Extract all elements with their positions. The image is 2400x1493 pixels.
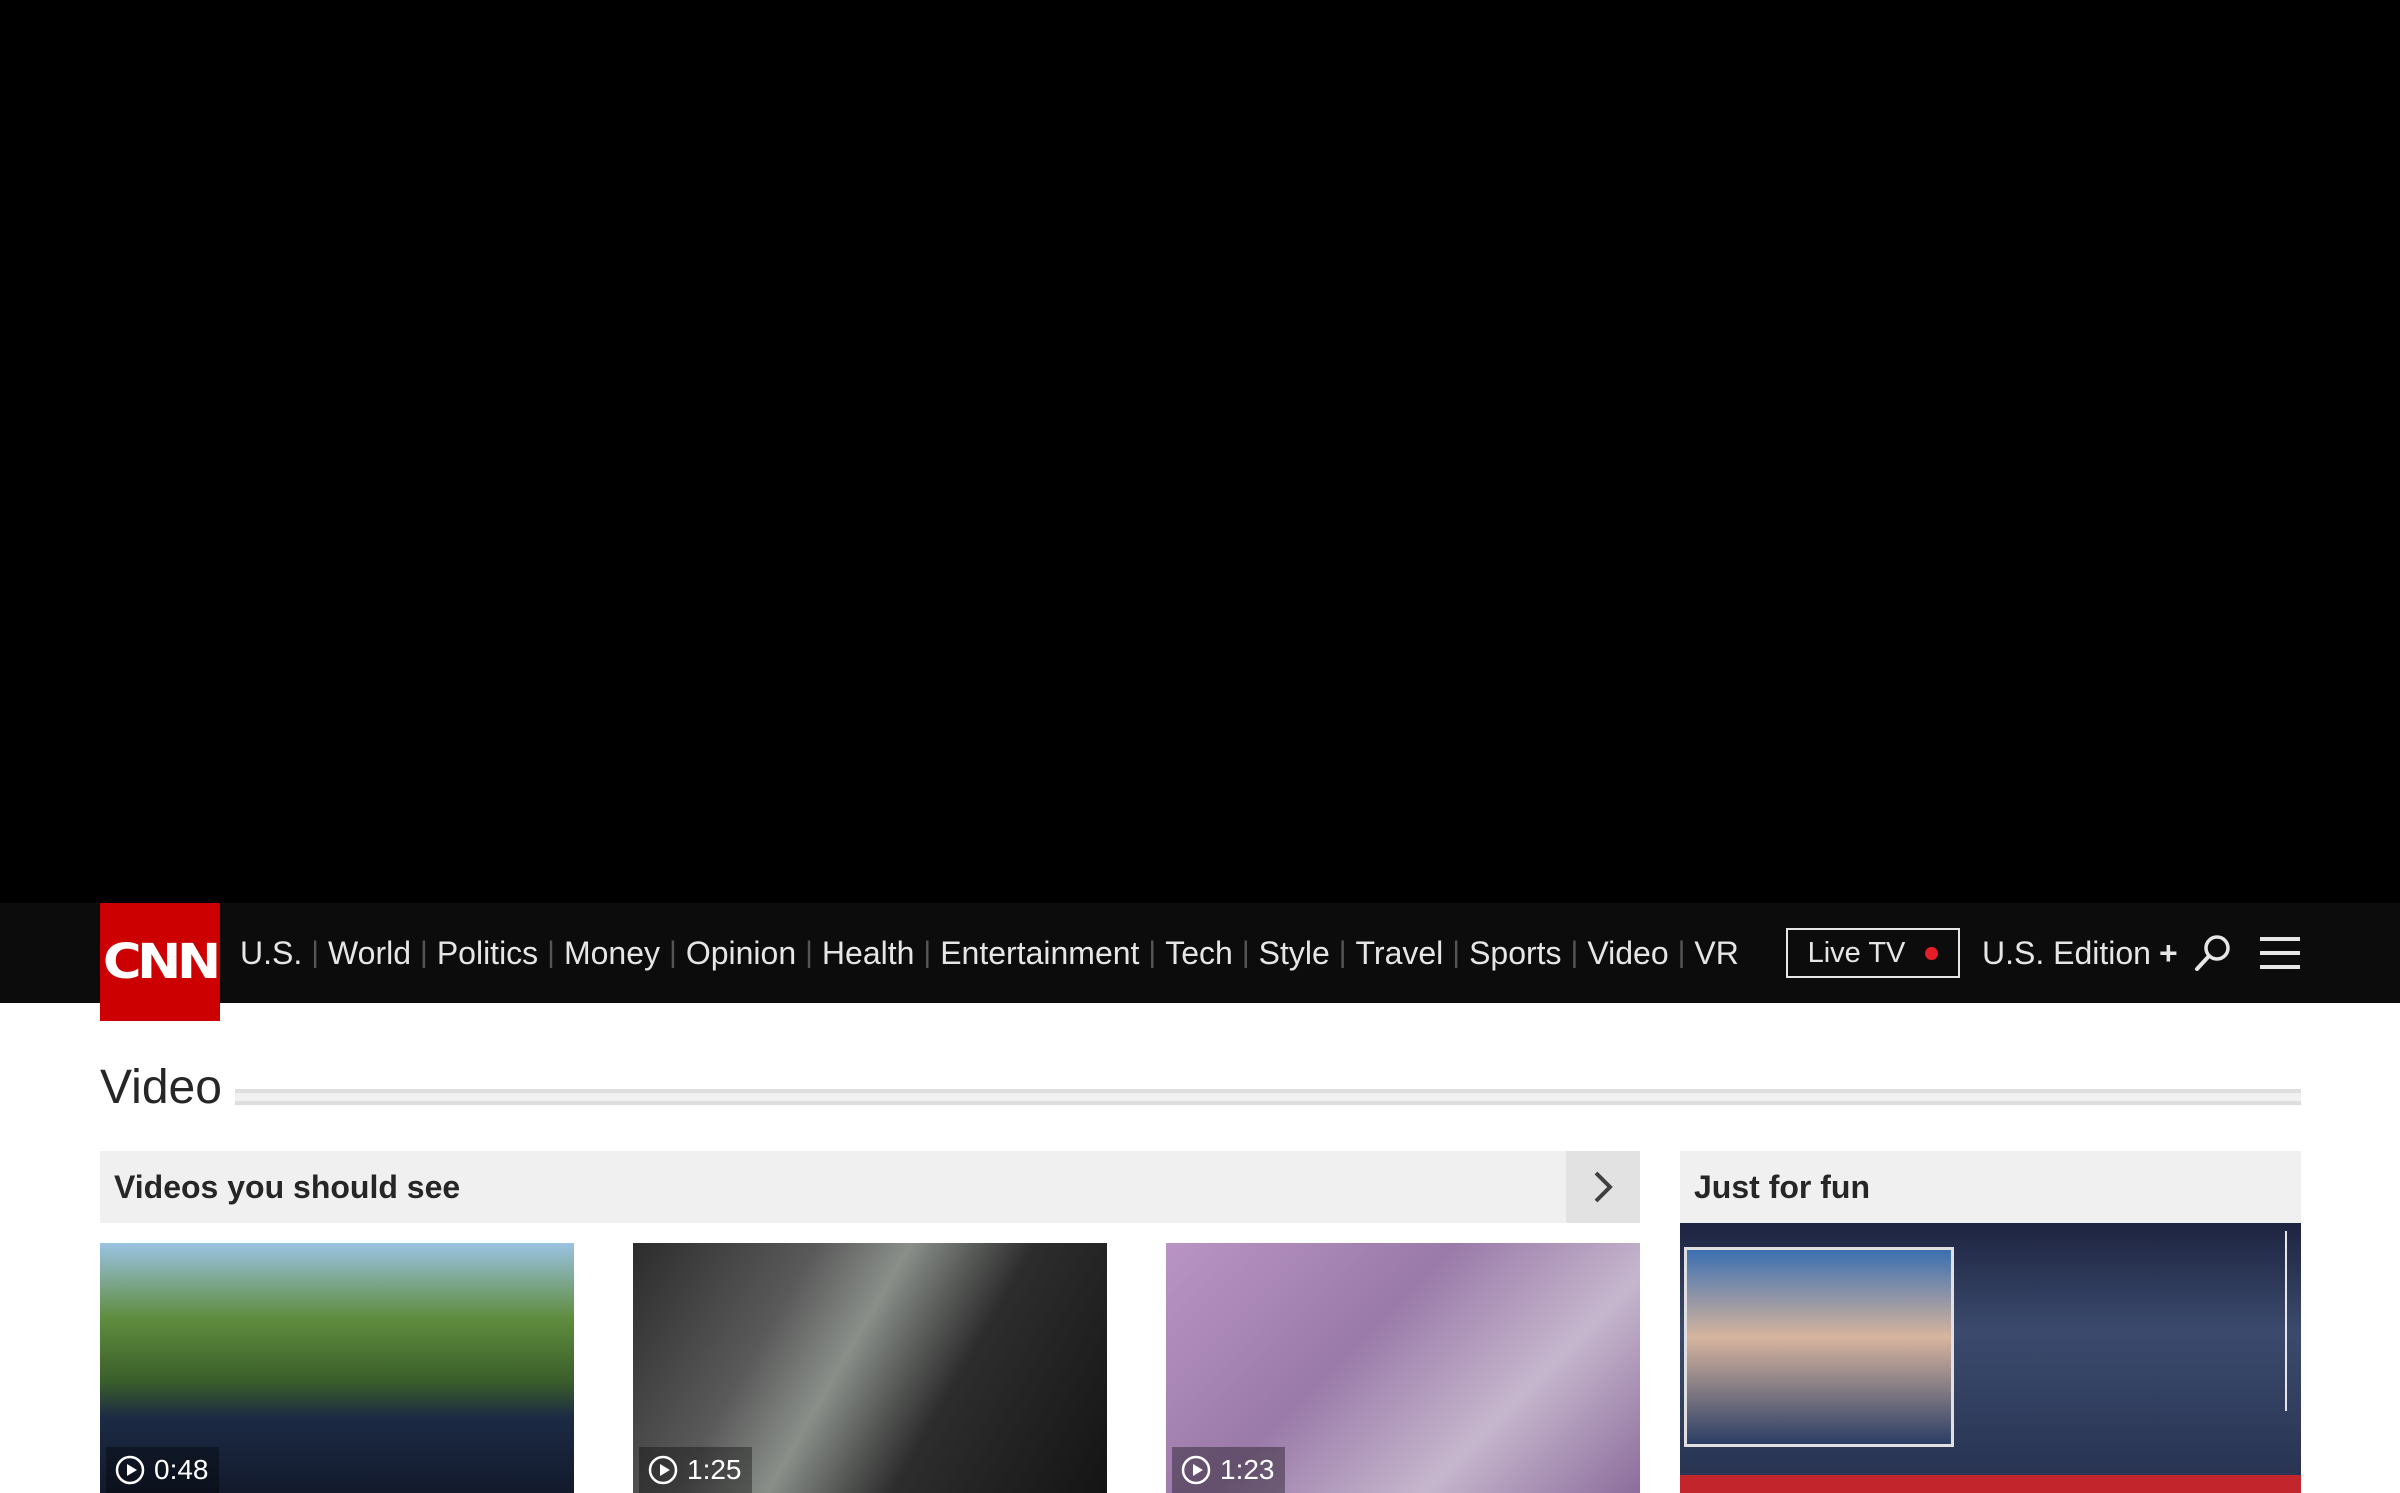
nav-item-money[interactable]: Money [564,935,660,972]
nav-separator: | [1148,936,1157,969]
nav-separator: | [1241,936,1250,969]
play-icon [1181,1455,1211,1485]
zone-header-videos: Videos you should see [100,1151,1640,1223]
video-duration-badge: 1:25 [639,1447,752,1493]
section-divider [235,1089,2301,1105]
nav-item-vr[interactable]: VR [1694,935,1738,972]
nav-separator: | [1570,936,1579,969]
nav-separator: | [1452,936,1461,969]
hamburger-menu-icon [2260,937,2300,941]
cnn-logo[interactable]: CNN [100,903,221,1021]
play-icon [648,1455,678,1485]
edition-selector[interactable]: U.S. Edition + [1982,903,2178,1003]
nav-item-video[interactable]: Video [1587,935,1668,972]
chevron-right-icon [1594,1171,1613,1203]
video-duration: 1:25 [687,1454,742,1485]
live-tv-button[interactable]: Live TV [1786,928,1960,978]
live-indicator-icon [1925,946,1939,960]
zone-title[interactable]: Videos you should see [100,1169,460,1206]
live-tv-label: Live TV [1807,936,1906,969]
video-duration-badge: 1:23 [1172,1447,1285,1493]
nav-item-politics[interactable]: Politics [437,935,538,972]
search-icon [2195,935,2230,971]
nav-separator: | [805,936,813,969]
zone-title[interactable]: Just for fun [1680,1169,1870,1206]
main-nav: U.S. | World | Politics | Money | Opinio… [240,903,1739,1003]
nav-item-health[interactable]: Health [822,935,915,972]
hamburger-menu-bar [2260,951,2300,955]
nav-separator: | [669,936,677,969]
nav-separator: | [311,936,320,969]
video-card[interactable]: 1:23 [1166,1243,1640,1493]
video-duration: 0:48 [154,1454,209,1485]
nav-separator: | [1677,936,1686,969]
fun-video-card[interactable] [1680,1223,2301,1493]
play-icon [115,1455,145,1485]
zone-header-fun: Just for fun [1680,1151,2301,1223]
hamburger-menu-bar [2260,965,2300,969]
video-player-area[interactable] [0,0,2400,903]
nav-item-sports[interactable]: Sports [1469,935,1561,972]
video-duration-badge: 0:48 [106,1447,219,1493]
nav-item-tech[interactable]: Tech [1165,935,1233,972]
nav-separator: | [547,936,555,969]
video-inset-thumbnail [1684,1247,1954,1447]
cnn-logo-text: CNN [103,934,221,990]
video-card[interactable]: 0:48 [100,1243,574,1493]
plus-icon: + [2158,934,2178,971]
nav-item-entertainment[interactable]: Entertainment [940,935,1139,972]
nav-item-style[interactable]: Style [1259,935,1330,972]
section-title: Video [100,1061,222,1114]
nav-item-opinion[interactable]: Opinion [686,935,796,972]
hamburger-menu-button[interactable] [2260,937,2300,969]
video-side-caption [2285,1231,2295,1411]
video-duration: 1:23 [1220,1454,1275,1485]
carousel-next-button[interactable] [1566,1151,1640,1223]
nav-item-world[interactable]: World [328,935,411,972]
nav-separator: | [1338,936,1347,969]
nav-item-travel[interactable]: Travel [1356,935,1444,972]
nav-item-us[interactable]: U.S. [240,935,302,972]
video-lower-third [1680,1475,2301,1493]
nav-separator: | [923,936,932,969]
video-card[interactable]: 1:25 [633,1243,1107,1493]
search-button[interactable] [2192,932,2234,974]
edition-label: U.S. Edition [1982,934,2151,971]
nav-separator: | [420,936,428,969]
